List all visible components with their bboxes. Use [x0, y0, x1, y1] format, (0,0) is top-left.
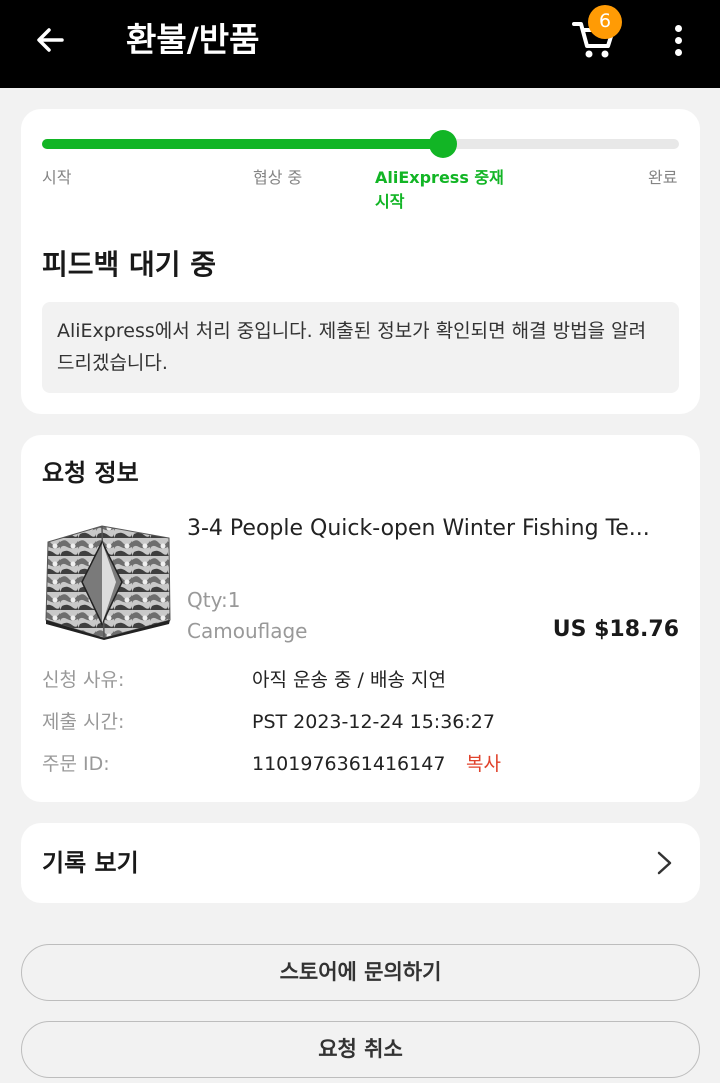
cart-count-badge: 6: [588, 5, 622, 39]
page-title: 환불/반품: [126, 20, 260, 59]
product-price: US $18.76: [552, 617, 679, 642]
progress-step-arbitration: AliExpress 중재 시작: [375, 168, 504, 211]
product-thumbnail[interactable]: [42, 520, 175, 640]
copy-order-id-button[interactable]: 복사: [466, 749, 501, 779]
progress-fill: [42, 139, 443, 149]
status-title: 피드백 대기 중: [42, 248, 217, 281]
cancel-request-button[interactable]: 요청 취소: [21, 1021, 700, 1078]
order-id-value: 1101976361416147: [252, 753, 446, 775]
contact-store-button[interactable]: 스토어에 문의하기: [21, 944, 700, 1001]
progress-track: [42, 130, 679, 158]
product-variant: Camouflage: [187, 619, 308, 643]
view-history-label: 기록 보기: [42, 849, 139, 877]
progress-step-negotiating: 협상 중: [253, 168, 303, 187]
submit-time-value: PST 2023-12-24 15:36:27: [252, 711, 495, 733]
progress-step-complete: 완료: [648, 168, 678, 187]
product-quantity: Qty:1: [187, 588, 241, 612]
progress-step-start: 시작: [42, 168, 72, 187]
reason-label: 신청 사유:: [42, 669, 125, 691]
progress-current-dot: [429, 130, 457, 158]
status-message: AliExpress에서 처리 중입니다. 제출된 정보가 확인되면 해결 방법…: [42, 302, 679, 393]
more-vertical-icon: [674, 24, 682, 32]
request-info-card: 요청 정보 3-4 People Quick-open Winter Fishi…: [21, 435, 700, 802]
top-app-bar: 환불/반품 6: [0, 0, 720, 88]
view-history-row[interactable]: 기록 보기: [21, 823, 700, 903]
order-id-label: 주문 ID:: [42, 753, 110, 775]
more-options-button[interactable]: [660, 18, 696, 62]
back-button[interactable]: [28, 18, 72, 62]
chevron-right-icon: [657, 851, 672, 875]
product-name[interactable]: 3-4 People Quick-open Winter Fishing Te.…: [187, 511, 677, 547]
reason-value: 아직 운송 중 / 배송 지연: [252, 669, 446, 691]
request-info-title: 요청 정보: [42, 459, 139, 487]
dispute-status-card: 시작 협상 중 AliExpress 중재 시작 완료 피드백 대기 중 Ali…: [21, 109, 700, 414]
submit-time-label: 제출 시간:: [42, 711, 125, 733]
arrow-left-icon: [37, 28, 64, 52]
